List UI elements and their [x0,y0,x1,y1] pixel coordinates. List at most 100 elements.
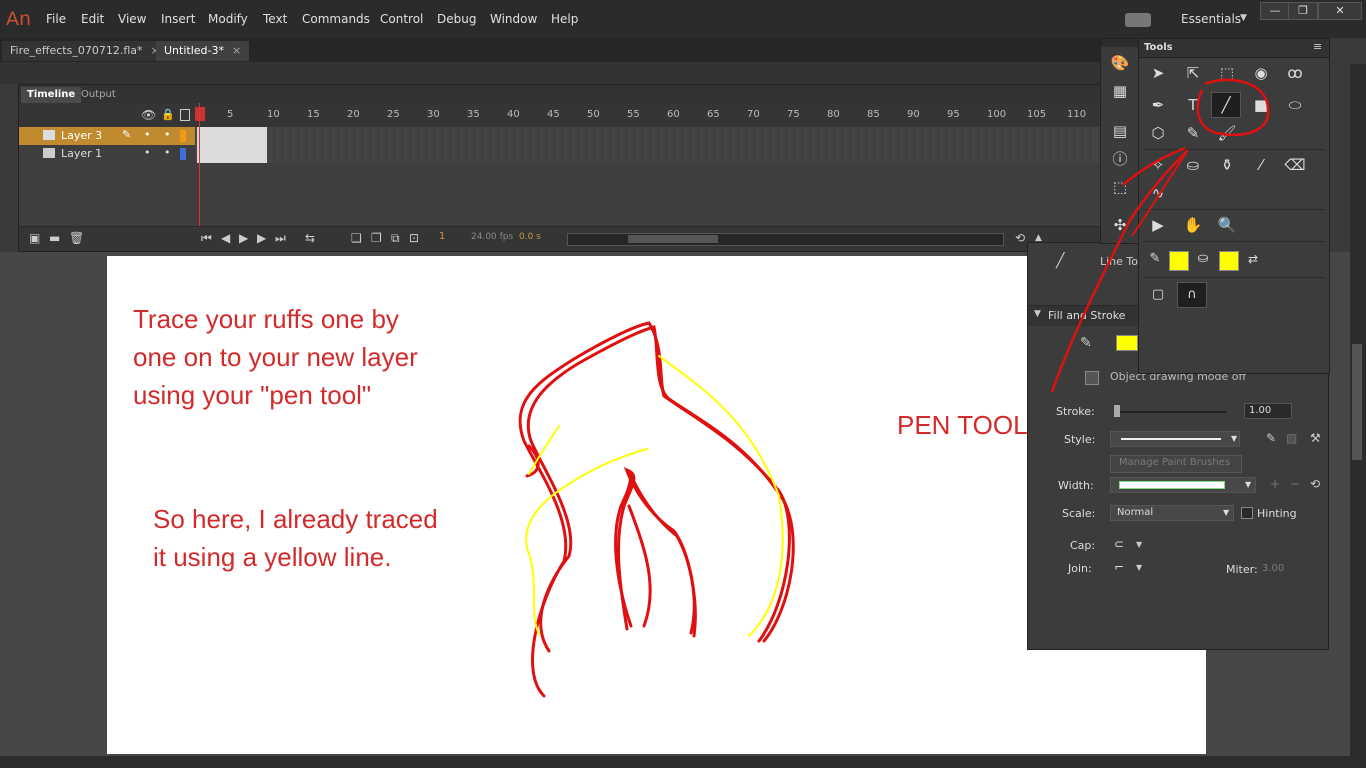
current-frame[interactable]: 1 [439,231,445,242]
miter-value[interactable]: 3.00 [1262,563,1284,574]
object-drawing-icon[interactable] [1085,371,1099,385]
close-window-button[interactable]: ✕ [1318,2,1362,20]
play-icon[interactable]: ▶ [239,231,248,245]
new-layer-icon[interactable]: ▣ [29,231,40,245]
layer-color-swatch[interactable] [180,130,186,142]
tools-icon[interactable]: ⚒ [1310,431,1321,445]
eyedropper-tool-icon[interactable]: ⁄ [1247,153,1275,177]
menu-text[interactable]: Text [263,12,287,26]
oval-tool-icon[interactable]: ⬭ [1281,93,1309,117]
go-to-first-frame-icon[interactable]: ⏮ [201,231,212,246]
layer-row-layer-1[interactable]: Layer 1 • • [19,145,1101,163]
go-to-last-frame-icon[interactable]: ⏭ [275,231,286,246]
selection-tool-icon[interactable]: ➤ [1144,61,1172,85]
step-forward-icon[interactable]: ▶ [257,231,266,245]
layer-name-cell[interactable]: Layer 1 • • [19,145,195,163]
horizontal-scrollbar[interactable] [0,756,1350,768]
chevron-down-icon[interactable]: ▼ [1240,13,1247,23]
collapse-icon[interactable]: ▼ [1034,309,1041,319]
transform-icon[interactable]: ⬚ [1110,177,1130,197]
color-icon[interactable]: 🎨 [1110,53,1130,73]
swap-colors-icon[interactable]: ⇄ [1239,247,1267,271]
lock-icon[interactable]: 🔒 [161,108,175,121]
zoom-tool-icon[interactable]: 🔍 [1213,213,1241,237]
frames-track[interactable] [195,145,1101,163]
frames-track[interactable] [195,127,1101,145]
join-style-icon[interactable]: ⌐ [1114,560,1124,574]
free-transform-tool-icon[interactable]: ⬚ [1213,61,1241,85]
manage-brushes-button[interactable]: Manage Paint Brushes [1110,455,1242,473]
new-folder-icon[interactable]: ▬ [49,231,60,245]
tab-timeline[interactable]: Timeline [21,87,82,103]
edit-multiple-frames-icon[interactable]: ⧉ [391,231,400,246]
stroke-width-input[interactable]: 1.00 [1244,403,1292,419]
rectangle-tool-icon[interactable]: ■ [1247,93,1275,117]
visibility-dot[interactable]: • [144,146,151,159]
hand-tool-icon[interactable]: ✋ [1179,213,1207,237]
stroke-color-swatch[interactable] [1169,251,1189,271]
layer-row-layer-3[interactable]: Layer 3 ✎ • • [19,127,1101,145]
width-profile-dropdown[interactable]: ▼ [1110,477,1256,493]
tab-output[interactable]: Output [75,87,122,103]
restore-button[interactable]: ❐ [1288,2,1318,20]
loop-icon[interactable]: ⇆ [305,231,315,245]
stroke-slider[interactable] [1116,411,1226,413]
doc-tab-fire-effects[interactable]: Fire_effects_070712.fla*× [2,41,168,61]
width-tool-icon[interactable]: ∿ [1144,181,1172,205]
style-dropdown[interactable]: ▼ [1110,431,1240,447]
stroke-color-swatch[interactable] [1116,335,1138,351]
components-icon[interactable]: ✣ [1110,215,1130,235]
chevron-down-icon[interactable]: ▼ [1136,563,1142,572]
line-tool-icon[interactable]: ╱ [1211,92,1241,118]
info-icon[interactable]: ⓘ [1110,149,1130,169]
playhead-handle[interactable] [195,107,205,121]
menu-edit[interactable]: Edit [81,12,104,26]
delete-layer-icon[interactable]: 🗑 [69,231,84,245]
polystar-tool-icon[interactable]: ⬡ [1144,121,1172,145]
stroke-slider-handle[interactable] [1114,405,1120,417]
subselection-tool-icon[interactable]: ⇱ [1179,61,1207,85]
frame-rate[interactable]: 24.00 fps [471,232,513,242]
text-tool-icon[interactable]: T [1179,93,1207,117]
menu-window[interactable]: Window [490,12,537,26]
step-back-icon[interactable]: ◀ [221,231,230,245]
hinting-checkbox[interactable] [1241,507,1253,519]
minimize-button[interactable]: — [1260,2,1290,20]
lock-dot[interactable]: • [164,128,171,141]
layer-color-swatch[interactable] [180,148,186,160]
scale-dropdown[interactable]: Normal ▼ [1110,505,1234,521]
modify-markers-icon[interactable]: ⊡ [409,231,419,245]
collapse-bar[interactable] [1101,39,1139,47]
close-tab-icon[interactable]: × [232,44,241,57]
layer-name-cell[interactable]: Layer 3 ✎ • • [19,127,195,145]
fill-color-swatch[interactable] [1219,251,1239,271]
eye-icon[interactable]: 👁 [141,108,156,122]
lasso-tool-icon[interactable]: ꝏ [1281,61,1309,85]
layer-label[interactable]: Layer 3 [61,129,102,142]
keyframe-span[interactable] [197,145,267,163]
pencil-tool-icon[interactable]: ✎ [1179,121,1207,145]
layer-label[interactable]: Layer 1 [61,147,102,160]
sync-settings-icon[interactable] [1125,13,1151,27]
brush-library-icon[interactable]: ▨ [1286,431,1297,445]
scrollbar-thumb[interactable] [1352,344,1362,460]
menu-file[interactable]: File [46,12,66,26]
align-icon[interactable]: ▤ [1110,121,1130,141]
paint-brush-tool-icon[interactable]: 🖌 [1213,121,1241,145]
snap-to-objects-icon[interactable]: ∩ [1177,282,1207,308]
menu-debug[interactable]: Debug [437,12,476,26]
cap-style-icon[interactable]: ⊂ [1114,537,1124,551]
onion-skin-icon[interactable]: ❏ [351,231,362,245]
menu-help[interactable]: Help [551,12,578,26]
remove-icon[interactable]: − [1290,477,1300,491]
frame-ruler[interactable]: 👁 🔒 151015202530354045505560657075808590… [19,103,1101,128]
menu-insert[interactable]: Insert [161,12,195,26]
panel-menu-icon[interactable]: ≡ [1313,40,1322,53]
reset-icon[interactable]: ⟲ [1310,477,1320,491]
paint-bucket-tool-icon[interactable]: ⛀ [1179,153,1207,177]
menu-modify[interactable]: Modify [208,12,248,26]
visibility-dot[interactable]: • [144,128,151,141]
onion-outline-icon[interactable]: ❐ [371,231,382,245]
outline-icon[interactable] [180,109,190,121]
menu-commands[interactable]: Commands [302,12,370,26]
